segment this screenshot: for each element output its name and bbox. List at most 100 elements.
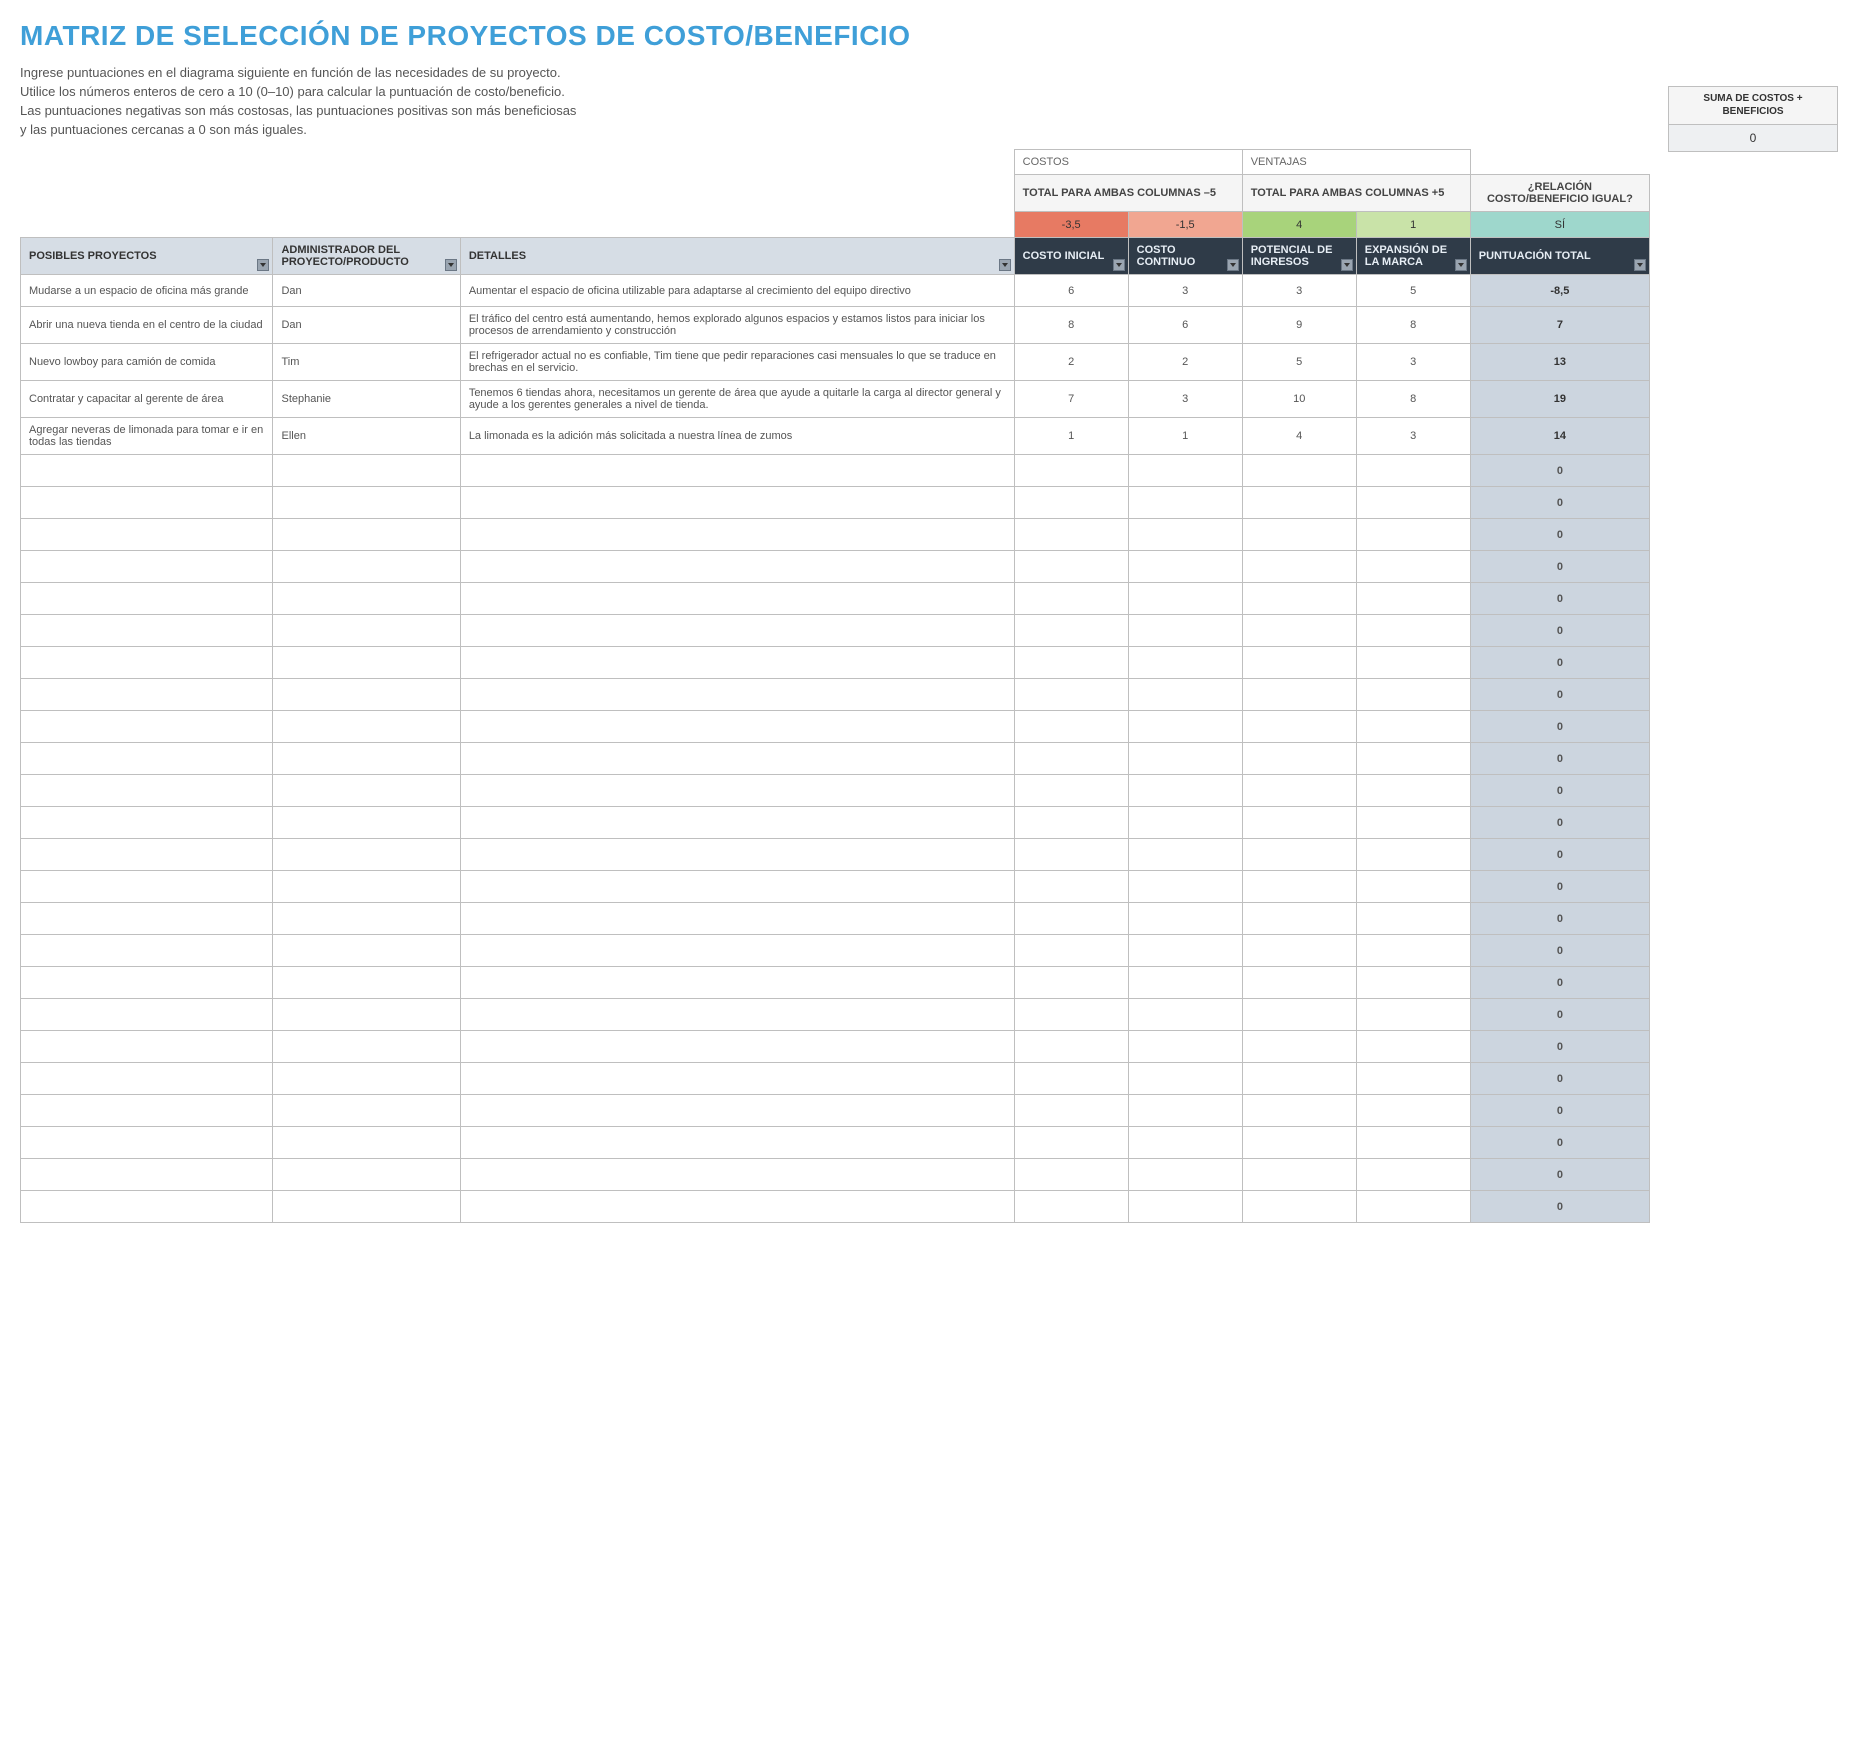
cell-admin[interactable]: [273, 775, 460, 807]
cell-details[interactable]: [460, 807, 1014, 839]
cell-brand-expansion[interactable]: [1356, 455, 1470, 487]
cell-project[interactable]: [21, 1063, 273, 1095]
cell-admin[interactable]: [273, 967, 460, 999]
col-cost-initial[interactable]: COSTO INICIAL: [1014, 238, 1128, 275]
cell-cost-ongoing[interactable]: [1128, 647, 1242, 679]
cell-rev-potential[interactable]: [1242, 935, 1356, 967]
filter-icon[interactable]: [1634, 259, 1646, 271]
cell-cost-initial[interactable]: [1014, 1191, 1128, 1223]
cell-cost-ongoing[interactable]: [1128, 551, 1242, 583]
cell-brand-expansion[interactable]: [1356, 775, 1470, 807]
cell-project[interactable]: [21, 679, 273, 711]
cell-project[interactable]: [21, 1095, 273, 1127]
cell-project[interactable]: [21, 839, 273, 871]
cell-project[interactable]: [21, 743, 273, 775]
cell-brand-expansion[interactable]: [1356, 1063, 1470, 1095]
cell-details[interactable]: [460, 1191, 1014, 1223]
cell-details[interactable]: El refrigerador actual no es confiable, …: [460, 344, 1014, 381]
cell-admin[interactable]: [273, 839, 460, 871]
cell-admin[interactable]: [273, 1191, 460, 1223]
cell-details[interactable]: [460, 1063, 1014, 1095]
cell-cost-initial[interactable]: [1014, 679, 1128, 711]
cell-details[interactable]: [460, 711, 1014, 743]
cell-project[interactable]: [21, 711, 273, 743]
cell-admin[interactable]: [273, 551, 460, 583]
cell-project[interactable]: [21, 1127, 273, 1159]
cell-project[interactable]: [21, 903, 273, 935]
cell-brand-expansion[interactable]: [1356, 1191, 1470, 1223]
cell-project[interactable]: [21, 615, 273, 647]
col-projects[interactable]: POSIBLES PROYECTOS: [21, 238, 273, 275]
cell-brand-expansion[interactable]: [1356, 1159, 1470, 1191]
cell-project[interactable]: [21, 583, 273, 615]
cell-admin[interactable]: [273, 935, 460, 967]
cell-brand-expansion[interactable]: [1356, 711, 1470, 743]
filter-icon[interactable]: [999, 259, 1011, 271]
cell-rev-potential[interactable]: [1242, 743, 1356, 775]
cell-details[interactable]: [460, 487, 1014, 519]
col-total[interactable]: PUNTUACIÓN TOTAL: [1470, 238, 1649, 275]
filter-icon[interactable]: [257, 259, 269, 271]
cell-brand-expansion[interactable]: [1356, 519, 1470, 551]
cell-brand-expansion[interactable]: [1356, 1095, 1470, 1127]
cell-rev-potential[interactable]: [1242, 583, 1356, 615]
cell-cost-initial[interactable]: [1014, 871, 1128, 903]
cell-admin[interactable]: [273, 999, 460, 1031]
cell-cost-ongoing[interactable]: [1128, 487, 1242, 519]
cell-details[interactable]: Tenemos 6 tiendas ahora, necesitamos un …: [460, 381, 1014, 418]
cell-admin[interactable]: [273, 647, 460, 679]
cell-cost-ongoing[interactable]: [1128, 743, 1242, 775]
cell-details[interactable]: [460, 903, 1014, 935]
cell-cost-ongoing[interactable]: 6: [1128, 307, 1242, 344]
cell-admin[interactable]: [273, 1095, 460, 1127]
cell-rev-potential[interactable]: [1242, 679, 1356, 711]
cell-cost-initial[interactable]: [1014, 583, 1128, 615]
cell-rev-potential[interactable]: [1242, 519, 1356, 551]
cell-cost-ongoing[interactable]: [1128, 679, 1242, 711]
cell-cost-initial[interactable]: [1014, 519, 1128, 551]
cell-brand-expansion[interactable]: [1356, 999, 1470, 1031]
cell-cost-ongoing[interactable]: 1: [1128, 418, 1242, 455]
filter-icon[interactable]: [445, 259, 457, 271]
cell-cost-ongoing[interactable]: [1128, 615, 1242, 647]
cell-cost-initial[interactable]: [1014, 935, 1128, 967]
cell-brand-expansion[interactable]: [1356, 871, 1470, 903]
cell-details[interactable]: [460, 1031, 1014, 1063]
cell-admin[interactable]: [273, 903, 460, 935]
cell-project[interactable]: [21, 519, 273, 551]
cell-brand-expansion[interactable]: [1356, 743, 1470, 775]
cell-cost-ongoing[interactable]: [1128, 967, 1242, 999]
cell-cost-ongoing[interactable]: [1128, 519, 1242, 551]
cell-brand-expansion[interactable]: [1356, 839, 1470, 871]
cell-details[interactable]: [460, 1127, 1014, 1159]
cell-cost-initial[interactable]: [1014, 1159, 1128, 1191]
cell-brand-expansion[interactable]: [1356, 551, 1470, 583]
cell-details[interactable]: [460, 647, 1014, 679]
cell-details[interactable]: [460, 583, 1014, 615]
cell-cost-initial[interactable]: 7: [1014, 381, 1128, 418]
cell-brand-expansion[interactable]: [1356, 903, 1470, 935]
cell-details[interactable]: [460, 519, 1014, 551]
cell-rev-potential[interactable]: [1242, 967, 1356, 999]
cell-admin[interactable]: Tim: [273, 344, 460, 381]
cell-rev-potential[interactable]: [1242, 1095, 1356, 1127]
cell-details[interactable]: [460, 1159, 1014, 1191]
cell-admin[interactable]: Dan: [273, 275, 460, 307]
cell-cost-initial[interactable]: [1014, 647, 1128, 679]
cell-details[interactable]: [460, 775, 1014, 807]
cell-details[interactable]: El tráfico del centro está aumentando, h…: [460, 307, 1014, 344]
cell-details[interactable]: [460, 615, 1014, 647]
filter-icon[interactable]: [1455, 259, 1467, 271]
cell-cost-ongoing[interactable]: 2: [1128, 344, 1242, 381]
cell-cost-initial[interactable]: 8: [1014, 307, 1128, 344]
col-rev-potential[interactable]: POTENCIAL DE INGRESOS: [1242, 238, 1356, 275]
cell-details[interactable]: [460, 967, 1014, 999]
cell-brand-expansion[interactable]: 3: [1356, 344, 1470, 381]
cell-cost-initial[interactable]: [1014, 615, 1128, 647]
cell-rev-potential[interactable]: [1242, 839, 1356, 871]
cell-admin[interactable]: [273, 615, 460, 647]
cell-cost-initial[interactable]: [1014, 1063, 1128, 1095]
filter-icon[interactable]: [1227, 259, 1239, 271]
cell-cost-ongoing[interactable]: [1128, 1095, 1242, 1127]
cell-project[interactable]: [21, 775, 273, 807]
